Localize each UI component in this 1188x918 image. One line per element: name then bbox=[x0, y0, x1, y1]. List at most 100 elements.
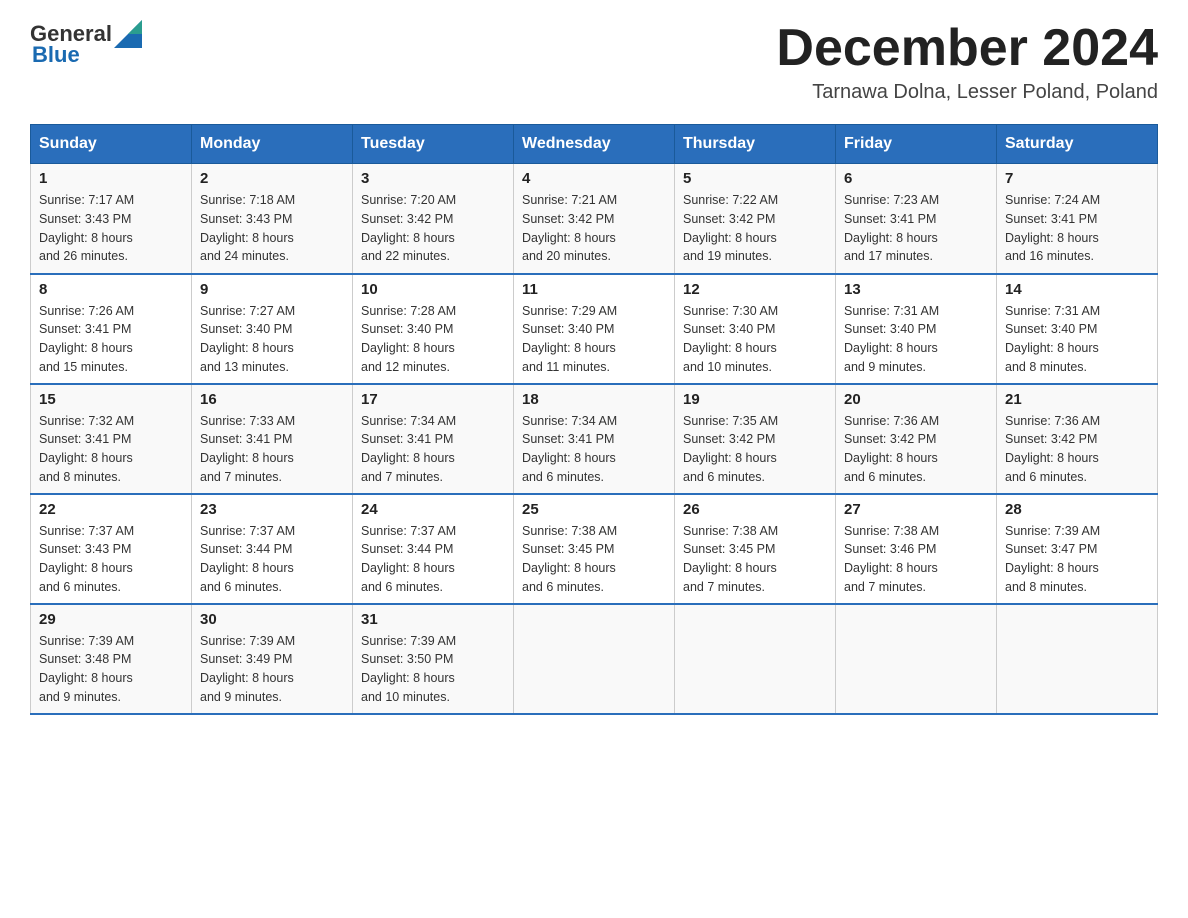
day-info: Sunrise: 7:34 AM Sunset: 3:41 PM Dayligh… bbox=[361, 414, 456, 484]
day-cell: 31 Sunrise: 7:39 AM Sunset: 3:50 PM Dayl… bbox=[353, 604, 514, 714]
day-number: 5 bbox=[683, 170, 827, 187]
logo: General Blue bbox=[30, 20, 142, 68]
day-number: 1 bbox=[39, 170, 183, 187]
day-number: 26 bbox=[683, 501, 827, 518]
day-cell: 5 Sunrise: 7:22 AM Sunset: 3:42 PM Dayli… bbox=[675, 164, 836, 274]
day-cell: 17 Sunrise: 7:34 AM Sunset: 3:41 PM Dayl… bbox=[353, 384, 514, 494]
logo-icon bbox=[114, 20, 142, 48]
day-cell: 11 Sunrise: 7:29 AM Sunset: 3:40 PM Dayl… bbox=[514, 274, 675, 384]
day-cell: 1 Sunrise: 7:17 AM Sunset: 3:43 PM Dayli… bbox=[31, 164, 192, 274]
day-cell: 26 Sunrise: 7:38 AM Sunset: 3:45 PM Dayl… bbox=[675, 494, 836, 604]
day-cell: 18 Sunrise: 7:34 AM Sunset: 3:41 PM Dayl… bbox=[514, 384, 675, 494]
day-info: Sunrise: 7:37 AM Sunset: 3:44 PM Dayligh… bbox=[361, 524, 456, 594]
day-cell: 9 Sunrise: 7:27 AM Sunset: 3:40 PM Dayli… bbox=[192, 274, 353, 384]
title-block: December 2024 Tarnawa Dolna, Lesser Pola… bbox=[776, 20, 1158, 104]
day-cell: 28 Sunrise: 7:39 AM Sunset: 3:47 PM Dayl… bbox=[997, 494, 1158, 604]
header-sunday: Sunday bbox=[31, 125, 192, 164]
day-cell: 24 Sunrise: 7:37 AM Sunset: 3:44 PM Dayl… bbox=[353, 494, 514, 604]
calendar-title: December 2024 bbox=[776, 20, 1158, 77]
week-row-1: 1 Sunrise: 7:17 AM Sunset: 3:43 PM Dayli… bbox=[31, 164, 1158, 274]
day-cell: 22 Sunrise: 7:37 AM Sunset: 3:43 PM Dayl… bbox=[31, 494, 192, 604]
header-tuesday: Tuesday bbox=[353, 125, 514, 164]
day-info: Sunrise: 7:17 AM Sunset: 3:43 PM Dayligh… bbox=[39, 193, 134, 263]
day-number: 16 bbox=[200, 391, 344, 408]
day-number: 23 bbox=[200, 501, 344, 518]
day-cell: 21 Sunrise: 7:36 AM Sunset: 3:42 PM Dayl… bbox=[997, 384, 1158, 494]
day-cell bbox=[836, 604, 997, 714]
day-info: Sunrise: 7:22 AM Sunset: 3:42 PM Dayligh… bbox=[683, 193, 778, 263]
day-number: 2 bbox=[200, 170, 344, 187]
day-info: Sunrise: 7:27 AM Sunset: 3:40 PM Dayligh… bbox=[200, 304, 295, 374]
day-info: Sunrise: 7:36 AM Sunset: 3:42 PM Dayligh… bbox=[844, 414, 939, 484]
day-number: 20 bbox=[844, 391, 988, 408]
header-thursday: Thursday bbox=[675, 125, 836, 164]
day-cell: 23 Sunrise: 7:37 AM Sunset: 3:44 PM Dayl… bbox=[192, 494, 353, 604]
day-info: Sunrise: 7:38 AM Sunset: 3:45 PM Dayligh… bbox=[522, 524, 617, 594]
day-info: Sunrise: 7:39 AM Sunset: 3:50 PM Dayligh… bbox=[361, 634, 456, 704]
day-number: 8 bbox=[39, 281, 183, 298]
day-number: 4 bbox=[522, 170, 666, 187]
day-cell: 3 Sunrise: 7:20 AM Sunset: 3:42 PM Dayli… bbox=[353, 164, 514, 274]
day-info: Sunrise: 7:39 AM Sunset: 3:47 PM Dayligh… bbox=[1005, 524, 1100, 594]
week-row-4: 22 Sunrise: 7:37 AM Sunset: 3:43 PM Dayl… bbox=[31, 494, 1158, 604]
day-number: 6 bbox=[844, 170, 988, 187]
day-number: 10 bbox=[361, 281, 505, 298]
day-cell: 12 Sunrise: 7:30 AM Sunset: 3:40 PM Dayl… bbox=[675, 274, 836, 384]
day-cell: 16 Sunrise: 7:33 AM Sunset: 3:41 PM Dayl… bbox=[192, 384, 353, 494]
day-info: Sunrise: 7:34 AM Sunset: 3:41 PM Dayligh… bbox=[522, 414, 617, 484]
day-number: 18 bbox=[522, 391, 666, 408]
day-cell: 8 Sunrise: 7:26 AM Sunset: 3:41 PM Dayli… bbox=[31, 274, 192, 384]
day-info: Sunrise: 7:31 AM Sunset: 3:40 PM Dayligh… bbox=[844, 304, 939, 374]
day-number: 3 bbox=[361, 170, 505, 187]
header-saturday: Saturday bbox=[997, 125, 1158, 164]
day-number: 9 bbox=[200, 281, 344, 298]
day-cell: 7 Sunrise: 7:24 AM Sunset: 3:41 PM Dayli… bbox=[997, 164, 1158, 274]
day-cell bbox=[997, 604, 1158, 714]
day-info: Sunrise: 7:28 AM Sunset: 3:40 PM Dayligh… bbox=[361, 304, 456, 374]
day-cell: 30 Sunrise: 7:39 AM Sunset: 3:49 PM Dayl… bbox=[192, 604, 353, 714]
page-header: General Blue December 2024 Tarnawa Dolna… bbox=[30, 20, 1158, 104]
day-number: 7 bbox=[1005, 170, 1149, 187]
day-number: 31 bbox=[361, 611, 505, 628]
day-number: 17 bbox=[361, 391, 505, 408]
day-cell bbox=[514, 604, 675, 714]
day-cell: 10 Sunrise: 7:28 AM Sunset: 3:40 PM Dayl… bbox=[353, 274, 514, 384]
day-cell: 29 Sunrise: 7:39 AM Sunset: 3:48 PM Dayl… bbox=[31, 604, 192, 714]
day-number: 24 bbox=[361, 501, 505, 518]
header-monday: Monday bbox=[192, 125, 353, 164]
week-row-5: 29 Sunrise: 7:39 AM Sunset: 3:48 PM Dayl… bbox=[31, 604, 1158, 714]
calendar-table: SundayMondayTuesdayWednesdayThursdayFrid… bbox=[30, 124, 1158, 715]
day-info: Sunrise: 7:21 AM Sunset: 3:42 PM Dayligh… bbox=[522, 193, 617, 263]
day-info: Sunrise: 7:39 AM Sunset: 3:49 PM Dayligh… bbox=[200, 634, 295, 704]
day-number: 29 bbox=[39, 611, 183, 628]
week-row-2: 8 Sunrise: 7:26 AM Sunset: 3:41 PM Dayli… bbox=[31, 274, 1158, 384]
day-info: Sunrise: 7:24 AM Sunset: 3:41 PM Dayligh… bbox=[1005, 193, 1100, 263]
day-info: Sunrise: 7:26 AM Sunset: 3:41 PM Dayligh… bbox=[39, 304, 134, 374]
week-row-3: 15 Sunrise: 7:32 AM Sunset: 3:41 PM Dayl… bbox=[31, 384, 1158, 494]
day-number: 28 bbox=[1005, 501, 1149, 518]
day-number: 11 bbox=[522, 281, 666, 298]
logo-text-blue: Blue bbox=[32, 42, 80, 68]
calendar-subtitle: Tarnawa Dolna, Lesser Poland, Poland bbox=[776, 81, 1158, 104]
day-cell: 15 Sunrise: 7:32 AM Sunset: 3:41 PM Dayl… bbox=[31, 384, 192, 494]
day-info: Sunrise: 7:39 AM Sunset: 3:48 PM Dayligh… bbox=[39, 634, 134, 704]
day-cell: 4 Sunrise: 7:21 AM Sunset: 3:42 PM Dayli… bbox=[514, 164, 675, 274]
day-cell: 20 Sunrise: 7:36 AM Sunset: 3:42 PM Dayl… bbox=[836, 384, 997, 494]
day-info: Sunrise: 7:20 AM Sunset: 3:42 PM Dayligh… bbox=[361, 193, 456, 263]
day-cell: 2 Sunrise: 7:18 AM Sunset: 3:43 PM Dayli… bbox=[192, 164, 353, 274]
day-cell: 25 Sunrise: 7:38 AM Sunset: 3:45 PM Dayl… bbox=[514, 494, 675, 604]
day-info: Sunrise: 7:37 AM Sunset: 3:43 PM Dayligh… bbox=[39, 524, 134, 594]
day-info: Sunrise: 7:30 AM Sunset: 3:40 PM Dayligh… bbox=[683, 304, 778, 374]
day-info: Sunrise: 7:29 AM Sunset: 3:40 PM Dayligh… bbox=[522, 304, 617, 374]
day-cell: 19 Sunrise: 7:35 AM Sunset: 3:42 PM Dayl… bbox=[675, 384, 836, 494]
day-number: 22 bbox=[39, 501, 183, 518]
day-info: Sunrise: 7:32 AM Sunset: 3:41 PM Dayligh… bbox=[39, 414, 134, 484]
day-cell: 14 Sunrise: 7:31 AM Sunset: 3:40 PM Dayl… bbox=[997, 274, 1158, 384]
day-number: 25 bbox=[522, 501, 666, 518]
day-cell: 13 Sunrise: 7:31 AM Sunset: 3:40 PM Dayl… bbox=[836, 274, 997, 384]
header-friday: Friday bbox=[836, 125, 997, 164]
day-info: Sunrise: 7:36 AM Sunset: 3:42 PM Dayligh… bbox=[1005, 414, 1100, 484]
day-cell bbox=[675, 604, 836, 714]
day-number: 30 bbox=[200, 611, 344, 628]
day-info: Sunrise: 7:38 AM Sunset: 3:45 PM Dayligh… bbox=[683, 524, 778, 594]
